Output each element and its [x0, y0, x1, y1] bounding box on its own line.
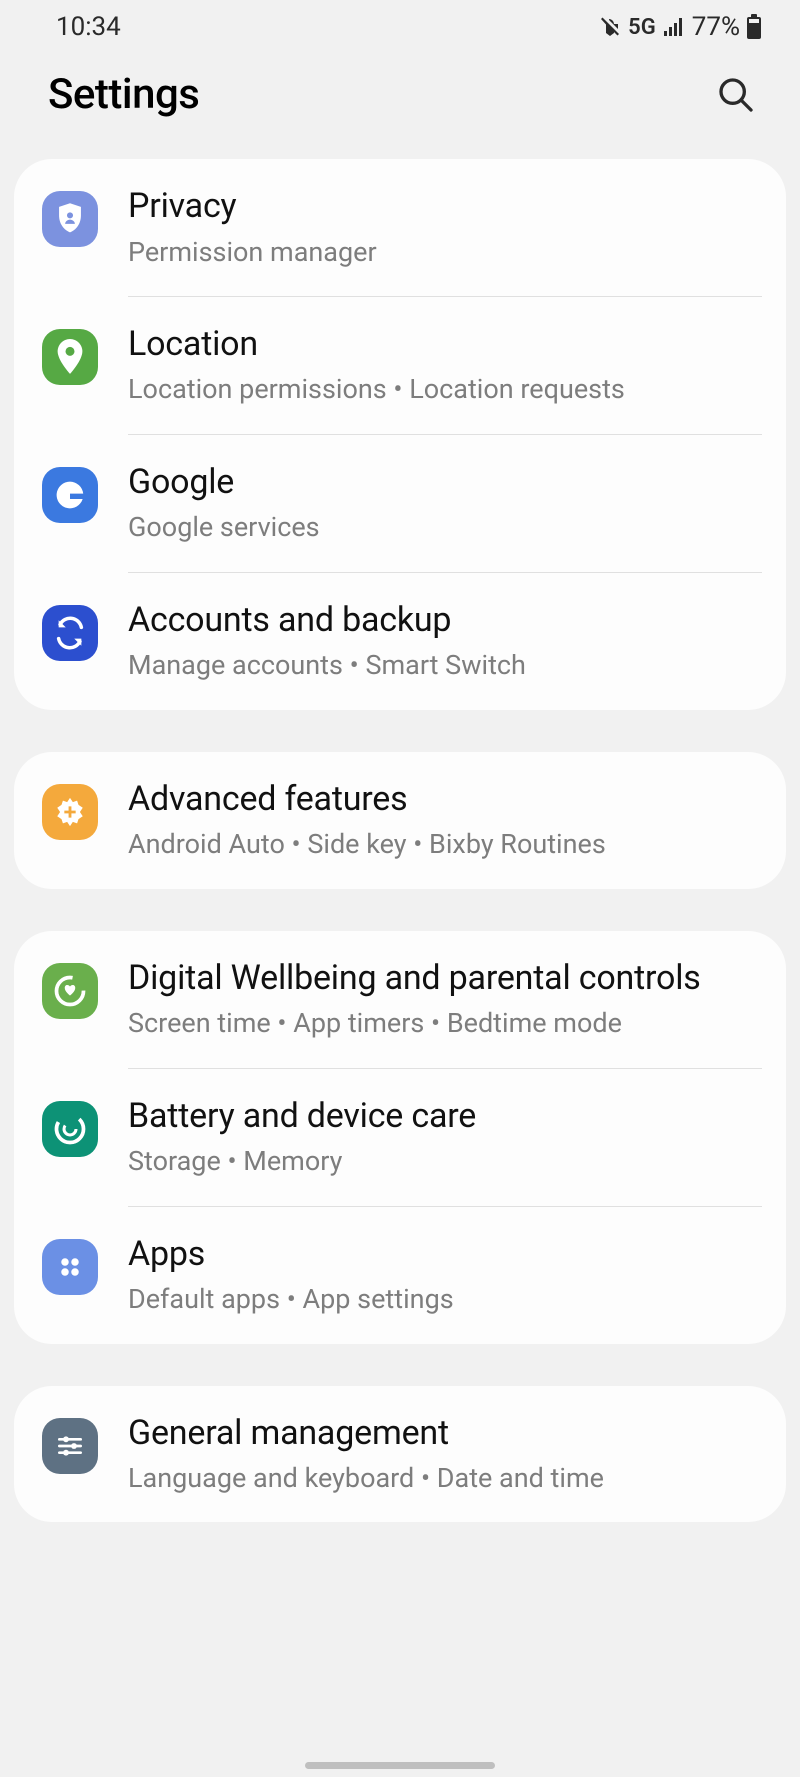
text-wrap: Digital Wellbeing and parental controls …	[128, 957, 762, 1042]
settings-item-privacy[interactable]: Privacy Permission manager	[14, 159, 786, 296]
text-wrap: Location Location permissions • Location…	[128, 323, 762, 408]
battery-care-icon	[42, 1101, 98, 1157]
item-subtitle: Google services	[128, 509, 762, 545]
network-label: 5G	[628, 15, 656, 40]
text-wrap: Accounts and backup Manage accounts • Sm…	[128, 599, 762, 684]
settings-item-accounts[interactable]: Accounts and backup Manage accounts • Sm…	[14, 573, 786, 710]
item-title: Accounts and backup	[128, 599, 762, 642]
item-subtitle: Storage • Memory	[128, 1143, 762, 1179]
general-management-icon	[42, 1418, 98, 1474]
status-time: 10:34	[56, 12, 121, 42]
search-button[interactable]	[714, 73, 758, 117]
settings-item-google[interactable]: Google Google services	[14, 435, 786, 572]
item-title: Advanced features	[128, 778, 762, 821]
settings-item-location[interactable]: Location Location permissions • Location…	[14, 297, 786, 434]
settings-item-wellbeing[interactable]: Digital Wellbeing and parental controls …	[14, 931, 786, 1068]
status-right: 5G 77%	[598, 12, 762, 42]
settings-group-4: General management Language and keyboard…	[14, 1386, 786, 1523]
settings-group-2: Advanced features Android Auto • Side ke…	[14, 752, 786, 889]
status-bar: 10:34 5G 77%	[0, 0, 800, 52]
signal-icon	[662, 16, 686, 38]
text-wrap: Advanced features Android Auto • Side ke…	[128, 778, 762, 863]
item-subtitle: Permission manager	[128, 234, 762, 270]
item-title: Apps	[128, 1233, 762, 1276]
apps-icon	[42, 1239, 98, 1295]
accounts-backup-icon	[42, 605, 98, 661]
wellbeing-icon	[42, 963, 98, 1019]
location-icon	[42, 329, 98, 385]
google-icon	[42, 467, 98, 523]
navigation-handle[interactable]	[305, 1762, 495, 1769]
item-title: Battery and device care	[128, 1095, 762, 1138]
settings-group-3: Digital Wellbeing and parental controls …	[14, 931, 786, 1344]
header: Settings	[0, 52, 800, 159]
item-title: Location	[128, 323, 762, 366]
mute-icon	[598, 15, 622, 39]
text-wrap: Battery and device care Storage • Memory	[128, 1095, 762, 1180]
item-subtitle: Default apps • App settings	[128, 1281, 762, 1317]
item-title: Digital Wellbeing and parental controls	[128, 957, 762, 1000]
text-wrap: Apps Default apps • App settings	[128, 1233, 762, 1318]
text-wrap: General management Language and keyboard…	[128, 1412, 762, 1497]
text-wrap: Privacy Permission manager	[128, 185, 762, 270]
search-icon	[716, 75, 756, 115]
text-wrap: Google Google services	[128, 461, 762, 546]
advanced-features-icon	[42, 784, 98, 840]
item-subtitle: Android Auto • Side key • Bixby Routines	[128, 826, 762, 862]
item-title: Privacy	[128, 185, 762, 228]
item-title: Google	[128, 461, 762, 504]
settings-item-battery[interactable]: Battery and device care Storage • Memory	[14, 1069, 786, 1206]
page-title: Settings	[48, 70, 199, 119]
item-subtitle: Location permissions • Location requests	[128, 371, 762, 407]
item-subtitle: Screen time • App timers • Bedtime mode	[128, 1005, 762, 1041]
item-subtitle: Language and keyboard • Date and time	[128, 1460, 762, 1496]
settings-item-general[interactable]: General management Language and keyboard…	[14, 1386, 786, 1523]
battery-icon	[746, 14, 762, 40]
item-title: General management	[128, 1412, 762, 1455]
settings-item-apps[interactable]: Apps Default apps • App settings	[14, 1207, 786, 1344]
item-subtitle: Manage accounts • Smart Switch	[128, 647, 762, 683]
battery-label: 77%	[692, 12, 740, 42]
settings-group-1: Privacy Permission manager Location Loca…	[14, 159, 786, 710]
settings-item-advanced[interactable]: Advanced features Android Auto • Side ke…	[14, 752, 786, 889]
privacy-icon	[42, 191, 98, 247]
